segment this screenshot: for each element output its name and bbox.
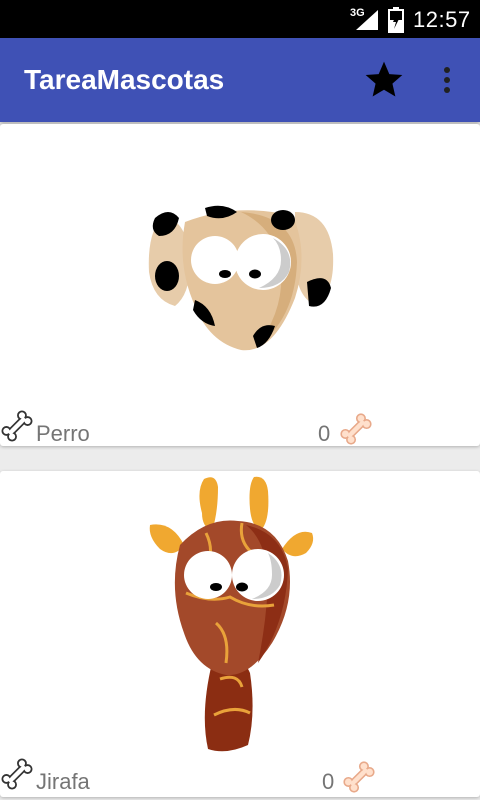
giraffe-face-image [149,476,314,752]
pet-card[interactable]: Perro 0 [0,124,480,446]
signal-icon [356,10,378,30]
rating-count: 0 [318,421,331,446]
bone-outline-icon [1,410,33,442]
status-bar: 3G 12:57 [0,0,480,38]
app-title: TareaMascotas [24,64,225,95]
bone-outline-icon [1,758,33,790]
battery-icon [388,7,404,33]
pet-name: Jirafa [36,769,90,794]
bone-rate-icon[interactable] [341,759,377,795]
app-bar: TareaMascotas [0,38,480,122]
clock: 12:57 [413,7,471,32]
more-vert-icon [444,67,450,93]
pet-card[interactable]: Jirafa 0 [0,471,480,797]
bone-rate-icon[interactable] [338,411,374,446]
overflow-menu-button[interactable] [430,58,464,102]
dog-face-image [148,205,334,351]
rating-count: 0 [322,769,335,794]
pet-name: Perro [36,421,90,446]
favorites-button[interactable] [362,58,406,102]
star-icon [365,61,403,97]
